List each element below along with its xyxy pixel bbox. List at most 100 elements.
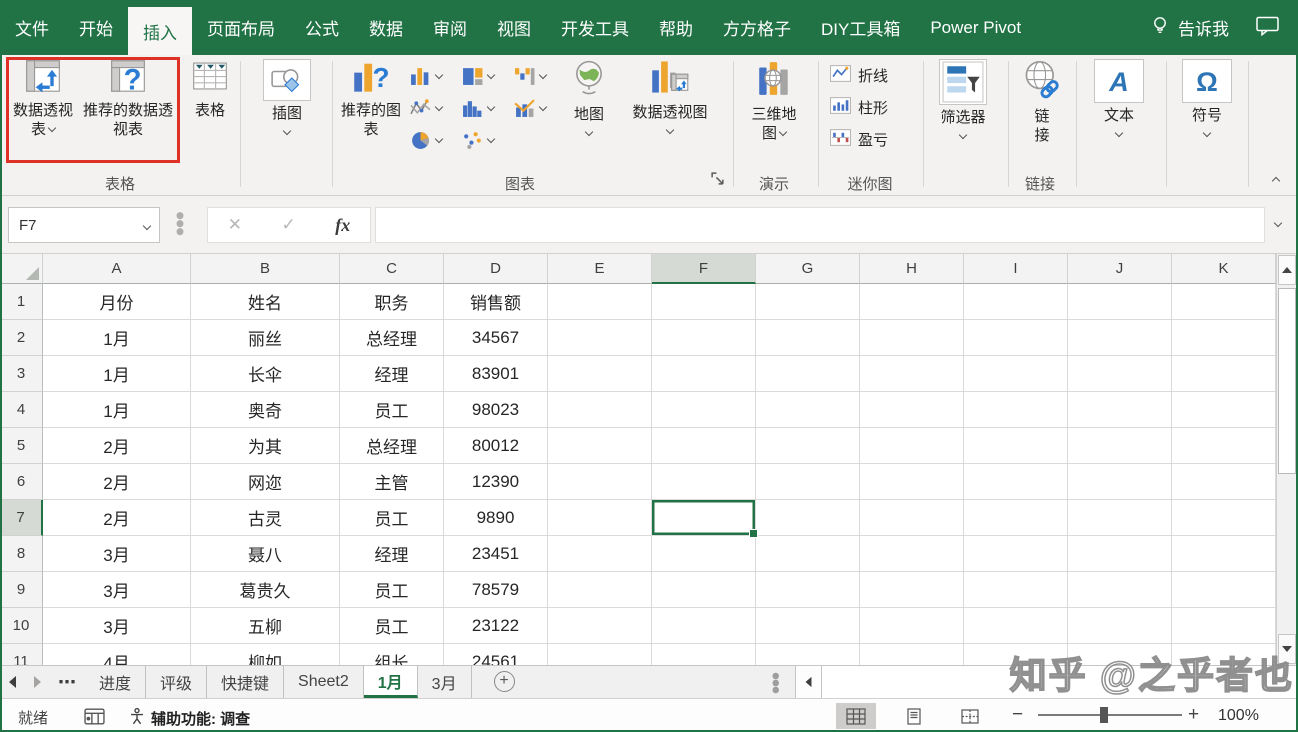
recommended-charts-button[interactable]: ? 推荐的图表 xyxy=(338,59,404,139)
cell[interactable]: 月份 xyxy=(43,284,191,320)
text-button[interactable]: A 文本 xyxy=(1088,59,1150,138)
cell[interactable] xyxy=(548,356,652,392)
cell[interactable] xyxy=(964,572,1068,608)
cell[interactable]: 员工 xyxy=(340,500,444,536)
cell[interactable]: 经理 xyxy=(340,356,444,392)
cell[interactable] xyxy=(860,536,964,572)
cell[interactable]: 主管 xyxy=(340,464,444,500)
scroll-up-button[interactable] xyxy=(1278,255,1296,285)
cell[interactable]: 4月 xyxy=(43,644,191,665)
tabbar-splitter[interactable]: ⦁ ⦁ ⦁ xyxy=(772,668,780,697)
cell[interactable] xyxy=(1068,464,1172,500)
zoom-in-button[interactable]: + xyxy=(1188,704,1199,726)
menu-tab-developer[interactable]: 开发工具 xyxy=(546,0,644,55)
cell[interactable]: 奥奇 xyxy=(191,392,340,428)
cell[interactable] xyxy=(548,428,652,464)
cell[interactable] xyxy=(548,644,652,665)
scroll-left-button[interactable] xyxy=(795,666,822,699)
cell[interactable]: 柳如 xyxy=(191,644,340,665)
sheet-tab-active[interactable]: 1月 xyxy=(363,666,418,698)
cell[interactable] xyxy=(652,464,756,500)
row-header[interactable]: 2 xyxy=(0,320,43,356)
cell[interactable] xyxy=(860,284,964,320)
cell[interactable] xyxy=(964,356,1068,392)
sparkline-winloss-button[interactable]: 盈亏 xyxy=(830,125,888,153)
prev-sheet-icon[interactable] xyxy=(0,666,25,698)
row-header[interactable]: 6 xyxy=(0,464,43,500)
menu-tab-help[interactable]: 帮助 xyxy=(644,0,708,55)
zoom-level-label[interactable]: 100% xyxy=(1218,707,1259,725)
column-header[interactable]: E xyxy=(548,254,652,284)
symbols-button[interactable]: Ω 符号 xyxy=(1176,59,1238,138)
cell[interactable]: 1月 xyxy=(43,356,191,392)
cell[interactable] xyxy=(860,644,964,665)
cell[interactable] xyxy=(548,464,652,500)
menu-tab-insert[interactable]: 插入 xyxy=(128,7,192,55)
column-header[interactable]: C xyxy=(340,254,444,284)
cell[interactable] xyxy=(756,428,860,464)
sheet-tab[interactable]: 进度 xyxy=(85,666,147,698)
cell[interactable]: 24561 xyxy=(444,644,548,665)
cell[interactable]: 员工 xyxy=(340,608,444,644)
menu-tab-data[interactable]: 数据 xyxy=(354,0,418,55)
cell[interactable]: 姓名 xyxy=(191,284,340,320)
cell[interactable] xyxy=(1068,284,1172,320)
cell[interactable] xyxy=(860,500,964,536)
cell[interactable] xyxy=(860,464,964,500)
page-break-preview-button[interactable] xyxy=(950,703,990,729)
cell[interactable]: 销售额 xyxy=(444,284,548,320)
cell[interactable]: 五柳 xyxy=(191,608,340,644)
insert-scatter-chart-button[interactable] xyxy=(462,124,510,154)
row-header[interactable]: 3 xyxy=(0,356,43,392)
cell[interactable] xyxy=(548,284,652,320)
cell[interactable] xyxy=(756,572,860,608)
cell[interactable] xyxy=(964,284,1068,320)
menu-tab-review[interactable]: 审阅 xyxy=(418,0,482,55)
zoom-out-button[interactable]: − xyxy=(1012,704,1023,726)
cell[interactable] xyxy=(1172,644,1276,665)
cell[interactable] xyxy=(1172,428,1276,464)
cell[interactable] xyxy=(1172,320,1276,356)
zoom-slider-handle[interactable] xyxy=(1100,707,1108,723)
cell[interactable]: 3月 xyxy=(43,608,191,644)
3d-map-button[interactable]: 三维地图 xyxy=(740,59,808,143)
cancel-button[interactable]: ✕ xyxy=(228,215,242,235)
cell[interactable] xyxy=(964,464,1068,500)
cell[interactable] xyxy=(652,356,756,392)
horizontal-scrollbar[interactable] xyxy=(795,666,1296,699)
cell[interactable] xyxy=(548,608,652,644)
cell[interactable]: 3月 xyxy=(43,572,191,608)
cell[interactable] xyxy=(548,572,652,608)
cell[interactable] xyxy=(1172,500,1276,536)
cell[interactable] xyxy=(548,536,652,572)
cell[interactable] xyxy=(756,392,860,428)
cell[interactable]: 2月 xyxy=(43,464,191,500)
cell[interactable] xyxy=(964,428,1068,464)
row-header[interactable]: 10 xyxy=(0,608,43,644)
cell[interactable] xyxy=(860,356,964,392)
sparkline-column-button[interactable]: 柱形 xyxy=(830,93,888,121)
cell[interactable] xyxy=(1172,608,1276,644)
column-header[interactable]: I xyxy=(964,254,1068,284)
cell[interactable]: 80012 xyxy=(444,428,548,464)
slicer-filters-button[interactable]: 筛选器 xyxy=(930,59,996,140)
cell[interactable] xyxy=(548,500,652,536)
cell[interactable] xyxy=(652,392,756,428)
accessibility-status[interactable]: 辅助功能: 调查 xyxy=(128,707,250,730)
collapse-ribbon-icon[interactable] xyxy=(1271,176,1281,186)
pivottable-button[interactable]: 数据透视表 xyxy=(10,59,76,139)
cell[interactable] xyxy=(1068,608,1172,644)
vertical-scrollbar-thumb[interactable] xyxy=(1278,288,1296,474)
cell[interactable] xyxy=(1068,572,1172,608)
pivotchart-button[interactable]: 数据透视图 xyxy=(622,59,718,135)
cell[interactable]: 丽丝 xyxy=(191,320,340,356)
cell[interactable] xyxy=(1172,356,1276,392)
cell[interactable]: 总经理 xyxy=(340,320,444,356)
cell[interactable]: 12390 xyxy=(444,464,548,500)
cell[interactable]: 78579 xyxy=(444,572,548,608)
row-header[interactable]: 5 xyxy=(0,428,43,464)
name-box[interactable]: F7 xyxy=(8,207,160,243)
cell[interactable] xyxy=(964,320,1068,356)
row-header[interactable]: 8 xyxy=(0,536,43,572)
insert-statistic-chart-button[interactable] xyxy=(462,92,510,122)
